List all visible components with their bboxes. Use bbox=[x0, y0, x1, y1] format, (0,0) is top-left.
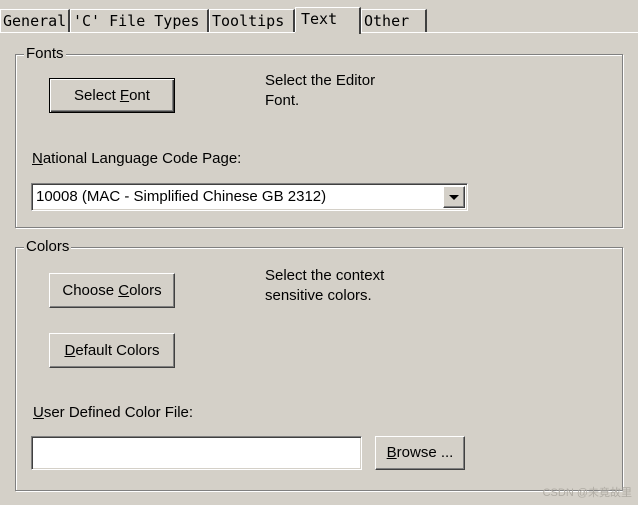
fonts-group-title: Fonts bbox=[24, 45, 66, 63]
tab-other[interactable]: Other bbox=[361, 9, 427, 33]
watermark: CSDN @未竟故里 bbox=[542, 487, 632, 499]
button-label-prefix: Choose bbox=[62, 282, 119, 299]
tab-label: Text bbox=[301, 10, 338, 28]
font-description-line2: Font. bbox=[265, 92, 300, 109]
font-description-line1: Select the Editor bbox=[265, 72, 376, 89]
colors-description-line1: Select the context bbox=[265, 267, 385, 284]
code-page-selected-value: 10008 (MAC - Simplified Chinese GB 2312) bbox=[36, 188, 327, 205]
button-label-mnemonic: B bbox=[386, 444, 397, 461]
tab-label: 'C' File Types bbox=[73, 12, 200, 30]
colors-group-title: Colors bbox=[24, 238, 72, 256]
tab-label: General bbox=[3, 12, 67, 30]
choose-colors-button[interactable]: Choose Colors bbox=[49, 273, 175, 308]
tab-label: Tooltips bbox=[212, 12, 285, 30]
button-label-prefix: Select bbox=[74, 87, 120, 104]
tab-text[interactable]: Text bbox=[295, 7, 361, 34]
label-rest: ser Defined Color File: bbox=[43, 404, 194, 421]
button-label-suffix: ont bbox=[129, 87, 150, 104]
button-label-suffix: rowse ... bbox=[396, 444, 454, 461]
user-color-file-input-box bbox=[31, 436, 362, 470]
code-page-select[interactable]: 10008 (MAC - Simplified Chinese GB 2312) bbox=[31, 183, 468, 211]
code-page-label: National Language Code Page: bbox=[32, 149, 241, 169]
button-label-mnemonic: C bbox=[118, 282, 130, 299]
colors-description-line2: sensitive colors. bbox=[265, 287, 372, 304]
tab-c-file-types[interactable]: 'C' File Types bbox=[70, 9, 209, 33]
tab-general[interactable]: General bbox=[0, 9, 70, 33]
user-color-file-input[interactable] bbox=[34, 439, 359, 467]
button-label-suffix: efault Colors bbox=[75, 342, 160, 359]
tab-strip: General 'C' File Types Tooltips Text Oth… bbox=[0, 0, 638, 34]
label-mnemonic: N bbox=[32, 150, 43, 167]
chevron-down-icon[interactable] bbox=[443, 186, 465, 208]
tab-label: Other bbox=[364, 12, 410, 30]
tab-tooltips[interactable]: Tooltips bbox=[209, 9, 295, 33]
user-color-file-label: User Defined Color File: bbox=[33, 403, 193, 423]
active-tab-gap bbox=[295, 32, 359, 34]
default-colors-button[interactable]: Default Colors bbox=[49, 333, 175, 368]
button-label-suffix: olors bbox=[129, 282, 162, 299]
label-mnemonic: U bbox=[33, 404, 44, 421]
select-font-button[interactable]: Select Font bbox=[49, 78, 175, 113]
browse-button[interactable]: Browse ... bbox=[375, 436, 465, 470]
button-label-mnemonic: D bbox=[64, 342, 76, 359]
label-rest: ational Language Code Page: bbox=[42, 150, 242, 167]
button-label-mnemonic: F bbox=[119, 87, 130, 104]
